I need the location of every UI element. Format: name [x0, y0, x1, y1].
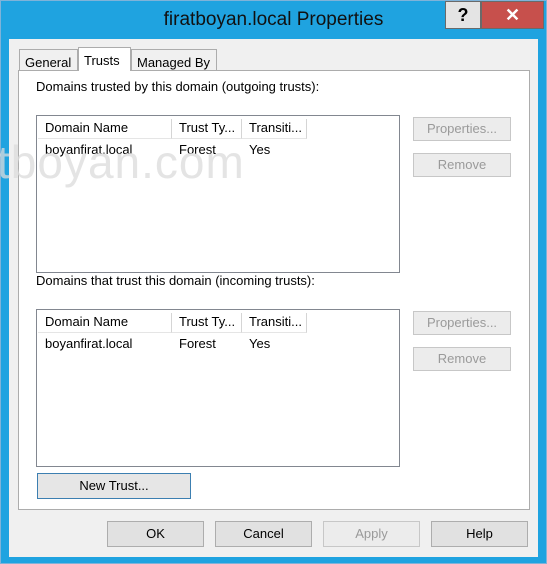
cancel-button[interactable]: Cancel	[215, 521, 312, 547]
outgoing-trusts-list[interactable]: Domain Name Trust Ty... Transiti... boya…	[36, 115, 400, 273]
tab-general[interactable]: General	[19, 49, 78, 71]
tab-trusts[interactable]: Trusts	[78, 47, 131, 71]
outgoing-remove-button[interactable]: Remove	[413, 153, 511, 177]
row-domain-name: boyanfirat.local	[45, 336, 133, 351]
column-header-trust-type[interactable]: Trust Ty...	[172, 119, 242, 139]
title-bar[interactable]: firatboyan.local Properties ? ✕	[1, 1, 546, 39]
row-transitive: Yes	[249, 142, 271, 157]
column-header-transitive[interactable]: Transiti...	[242, 119, 307, 139]
close-icon: ✕	[504, 4, 521, 25]
row-domain-name: boyanfirat.local	[45, 142, 133, 157]
row-trust-type: Forest	[179, 142, 216, 157]
close-button[interactable]: ✕	[481, 1, 544, 29]
outgoing-properties-button[interactable]: Properties...	[413, 117, 511, 141]
column-header-trust-type[interactable]: Trust Ty...	[172, 313, 242, 333]
tab-label: Managed By	[137, 55, 210, 70]
dialog-client: General Trusts Managed By Domains truste…	[9, 39, 538, 557]
column-header-domain-name[interactable]: Domain Name	[38, 119, 172, 139]
help-icon: ?	[457, 4, 469, 25]
tab-label: Trusts	[84, 53, 120, 68]
column-header-transitive[interactable]: Transiti...	[242, 313, 307, 333]
trusts-panel: Domains trusted by this domain (outgoing…	[18, 70, 530, 510]
column-header-domain-name[interactable]: Domain Name	[38, 313, 172, 333]
ok-button[interactable]: OK	[107, 521, 204, 547]
row-trust-type: Forest	[179, 336, 216, 351]
incoming-properties-button[interactable]: Properties...	[413, 311, 511, 335]
properties-dialog: firatboyan.local Properties ? ✕ General …	[0, 0, 547, 564]
incoming-trusts-list[interactable]: Domain Name Trust Ty... Transiti... boya…	[36, 309, 400, 467]
outgoing-trusts-heading: Domains trusted by this domain (outgoing…	[36, 79, 320, 94]
incoming-trusts-heading: Domains that trust this domain (incoming…	[36, 273, 315, 288]
apply-button[interactable]: Apply	[323, 521, 420, 547]
tab-managed-by[interactable]: Managed By	[131, 49, 217, 71]
new-trust-button[interactable]: New Trust...	[37, 473, 191, 499]
incoming-remove-button[interactable]: Remove	[413, 347, 511, 371]
help-button[interactable]: Help	[431, 521, 528, 547]
help-title-button[interactable]: ?	[445, 1, 481, 29]
row-transitive: Yes	[249, 336, 271, 351]
tab-label: General	[25, 55, 72, 70]
